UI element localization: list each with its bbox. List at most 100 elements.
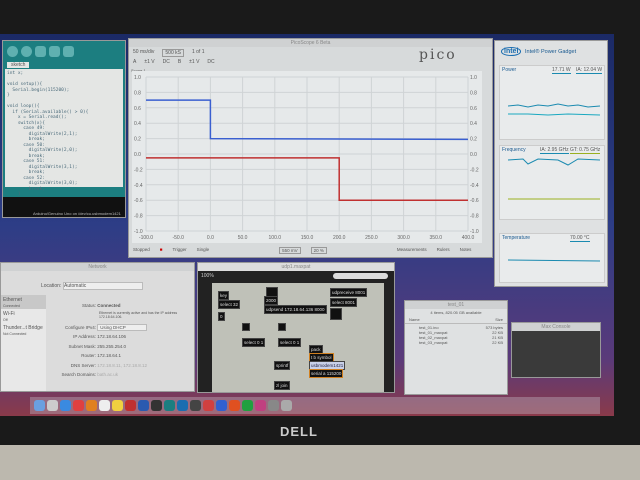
trigger-level-field[interactable]: 550 mV [279, 247, 301, 254]
samples-field[interactable]: 500 kS [162, 49, 184, 57]
max-object[interactable]: serial a 115200 [309, 369, 344, 378]
max-object[interactable]: select 32 [218, 300, 241, 309]
service-wifi[interactable]: Wi-Fi Off [1, 309, 46, 323]
service-list: Ethernet Connected Wi-Fi Off Thunder...t B… [1, 295, 46, 391]
y-tick-label-a: -0.6 [134, 198, 143, 204]
channel-a-coupling[interactable]: DC [163, 59, 170, 65]
x-tick-label: 100.0 [269, 235, 282, 241]
verify-icon[interactable] [7, 46, 18, 57]
chrome-dock-icon[interactable] [73, 400, 84, 411]
file-row[interactable]: test_03_maxpat 22 KB [419, 340, 503, 345]
app-dock-icon[interactable] [242, 400, 253, 411]
y-tick-label-b: -1.0 [470, 229, 479, 235]
x-tick-label: 50.0 [238, 235, 248, 241]
y-tick-label-a: -0.8 [134, 214, 143, 220]
ia-power: IA: 12.04 W [576, 67, 603, 74]
upload-icon[interactable] [21, 46, 32, 57]
preferences-dock-icon[interactable] [268, 400, 279, 411]
channel-b-label: B [177, 59, 182, 65]
y-tick-label-b: -0.4 [470, 183, 479, 189]
search-field[interactable] [333, 273, 388, 279]
max-object[interactable]: sprintf [274, 361, 291, 370]
board-status: Arduino/Genuino Uno on /dev/cu.usbmodem1… [33, 211, 121, 216]
stop-button[interactable]: ■ [160, 247, 163, 254]
finder-dock-icon[interactable] [34, 400, 45, 411]
x-tick-label: 0.0 [207, 235, 214, 241]
launchpad-dock-icon[interactable] [47, 400, 58, 411]
max-object[interactable]: 0 [218, 312, 225, 321]
toggle-object[interactable] [278, 323, 286, 331]
x-tick-label: 250.0 [365, 235, 378, 241]
measurements-button[interactable]: Measurements [397, 247, 427, 254]
y-tick-label-a: 0.6 [134, 106, 141, 112]
channel-a-range[interactable]: ±1 V [144, 59, 154, 65]
max-object[interactable]: udpreceive 8001 [330, 288, 368, 297]
patcher-canvas[interactable]: key select 32 0 2000 udpsend 172.18.64.1… [212, 283, 384, 392]
scope-plot: -100.0 -50.0 0.0 50.0 100.0 150.0 200.0 250.0 30… [132, 71, 482, 243]
y-tick-label-b: 0.8 [470, 90, 477, 96]
itunes-dock-icon[interactable] [255, 400, 266, 411]
timebase-select[interactable]: 50 ms/div [133, 49, 154, 57]
channel-b-range[interactable]: ±1 V [189, 59, 199, 65]
open-icon[interactable] [49, 46, 60, 57]
max-console-window: Max Console [511, 322, 601, 378]
code-editor[interactable]: int x; void setup(){ Serial.begin(115200… [5, 69, 123, 208]
sketch-tab[interactable]: sketch [7, 62, 30, 68]
save-icon[interactable] [63, 46, 74, 57]
app-dock-icon[interactable] [138, 400, 149, 411]
new-icon[interactable] [35, 46, 46, 57]
x-tick-label: 350.0 [430, 235, 443, 241]
y-tick-label-b: 0.0 [470, 152, 477, 158]
trigger-mode[interactable]: Single [197, 247, 210, 254]
dock [30, 397, 600, 414]
trash-dock-icon[interactable] [281, 400, 292, 411]
toggle-object[interactable] [242, 323, 250, 331]
service-thunderbolt[interactable]: Thunder...t Bridge Not Connected [1, 323, 46, 337]
max-object[interactable]: select 8001 [330, 298, 358, 307]
trigger-label: Trigger [172, 247, 187, 252]
max-dock-icon[interactable] [190, 400, 201, 411]
y-tick-label-b: 0.6 [470, 106, 477, 112]
ip-address: 172.18.64.106 [97, 334, 127, 339]
channel-b-coupling[interactable]: DC [207, 59, 214, 65]
folder-info: 4 items, 820.05 GB available [430, 310, 482, 315]
max-object[interactable]: zl join [274, 381, 290, 390]
app-dock-icon[interactable] [229, 400, 240, 411]
network-preferences-window: Network Location: Automatic Ethernet Conn… [0, 262, 195, 392]
notes-dock-icon[interactable] [112, 400, 123, 411]
app-dock-icon[interactable] [203, 400, 214, 411]
button-object[interactable] [330, 308, 342, 320]
firefox-dock-icon[interactable] [86, 400, 97, 411]
desktop: sketch int x; void setup(){ Serial.begin… [0, 34, 614, 416]
safari-dock-icon[interactable] [60, 400, 71, 411]
calendar-dock-icon[interactable] [99, 400, 110, 411]
zoom-level[interactable]: 100% [201, 273, 214, 279]
max-object[interactable]: 2000 [264, 296, 279, 305]
configure-ipv4-select[interactable]: Using DHCP [97, 323, 147, 331]
arduino-dock-icon[interactable] [164, 400, 175, 411]
pretrigger-field[interactable]: 20 % [310, 247, 327, 254]
max-object[interactable]: select 0 1 [242, 338, 266, 347]
status-value: Connected [97, 303, 121, 308]
y-tick-label-a: 0.8 [134, 90, 141, 96]
picoscope-dock-icon[interactable] [216, 400, 227, 411]
capture-counter: 1 of 1 [191, 49, 205, 55]
terminal-dock-icon[interactable] [151, 400, 162, 411]
notes-button[interactable]: Notes [460, 247, 472, 254]
pico-statusbar: Stopped ■ Trigger Single 550 mV 20 % Mea… [133, 247, 471, 254]
app-dock-icon[interactable] [125, 400, 136, 411]
service-ethernet[interactable]: Ethernet Connected [1, 295, 46, 309]
max-object[interactable]: select 0 1 [278, 338, 302, 347]
y-tick-label-a: 0.0 [134, 152, 141, 158]
max-object[interactable]: key [218, 291, 230, 300]
location-select[interactable]: Automatic [63, 282, 143, 290]
rulers-button[interactable]: Rulers [437, 247, 450, 254]
x-tick-label: -50.0 [172, 235, 184, 241]
intel-dock-icon[interactable] [177, 400, 188, 411]
column-headers: Name Size [405, 316, 507, 324]
arduino-window: sketch int x; void setup(){ Serial.begin… [2, 40, 126, 218]
max-object[interactable]: udpsend 172.18.64.136 8000 [264, 305, 327, 314]
x-tick-label: 400.0 [462, 235, 475, 241]
location-label: Location: [41, 283, 62, 289]
y-tick-label-a: 0.4 [134, 121, 141, 127]
